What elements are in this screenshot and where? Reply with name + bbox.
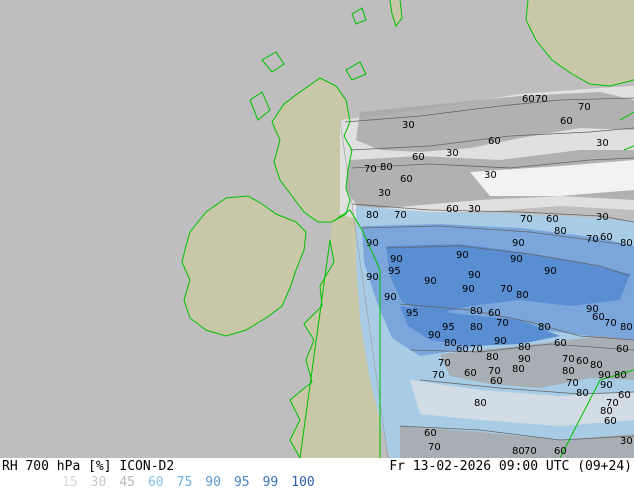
contour-label: 80 [576,388,589,399]
contour-label: 80 [554,226,567,237]
contour-label: 80 [474,398,487,409]
contour-label: 95 [442,322,455,333]
contour-label: 30 [620,436,633,447]
contour-label: 70 [524,446,537,457]
contour-label: 60 [616,344,629,355]
contour-label: 90 [428,330,441,341]
legend-value: 100 [291,475,315,490]
contour-label: 60 [400,174,413,185]
contour-label: 60 [600,232,613,243]
contour-label: 90 [544,266,557,277]
contour-label: 70 [604,318,617,329]
contour-label: 80 [444,338,457,349]
contour-label: 60 [522,94,535,105]
contour-label: 70 [470,344,483,355]
color-legend: 15 30 45 60 75 90 95 99 100 [62,475,328,490]
contour-label: 30 [596,138,609,149]
contour-label: 60 [546,214,559,225]
contour-label: 90 [366,272,379,283]
contour-label: 80 [470,306,483,317]
contour-label: 95 [406,308,419,319]
contour-label: 70 [586,234,599,245]
contour-label: 60 [554,446,567,457]
legend-value: 90 [205,475,221,490]
contour-label: 30 [378,188,391,199]
legend-value: 75 [176,475,193,490]
contour-label: 90 [468,270,481,281]
contour-label: 90 [390,254,403,265]
contour-label: 60 [604,416,617,427]
legend-value: 60 [147,475,164,490]
contour-label: 60 [560,116,573,127]
map-footer: RH 700 hPa [%] ICON-D2 Fr 13-02-2026 09:… [0,458,634,490]
contour-label: 30 [402,120,415,131]
contour-label: 80 [538,322,551,333]
contour-label: 60 [618,390,631,401]
contour-label: 70 [578,102,591,113]
contour-label: 80 [620,238,633,249]
legend-value: 95 [233,475,250,490]
weather-map: 30 60 70 70 60 60 30 30 60 80 70 60 30 3… [0,0,634,458]
contour-label: 60 [592,312,605,323]
contour-label: 80 [380,162,393,173]
contour-label: 70 [520,214,533,225]
product-title: RH 700 hPa [%] ICON-D2 [2,459,175,474]
contour-label: 90 [424,276,437,287]
contour-label: 95 [388,266,401,277]
contour-label: 60 [490,376,503,387]
contour-label: 80 [620,322,633,333]
contour-label: 60 [488,136,501,147]
contour-label: 90 [456,250,469,261]
contour-label: 60 [576,356,589,367]
contour-label: 90 [600,380,613,391]
contour-label: 80 [512,364,525,375]
contour-label: 80 [470,322,483,333]
contour-label: 30 [446,148,459,159]
contour-label: 70 [500,284,513,295]
contour-label: 90 [512,238,525,249]
contour-label: 80 [518,342,531,353]
contour-label: 70 [428,442,441,453]
contour-label: 30 [596,212,609,223]
contour-label: 80 [512,446,525,457]
contour-label: 60 [464,368,477,379]
contour-label: 80 [614,370,627,381]
contour-label: 80 [366,210,379,221]
contour-label: 70 [562,354,575,365]
contour-label: 70 [438,358,451,369]
contour-label: 90 [510,254,523,265]
legend-value: 45 [119,475,135,490]
contour-label: 80 [516,290,529,301]
contour-label: 60 [456,344,469,355]
valid-time: Fr 13-02-2026 09:00 UTC (09+24) [389,459,632,474]
contour-label: 80 [562,366,575,377]
contour-label: 70 [535,94,548,105]
contour-label: 60 [424,428,437,439]
contour-label: 70 [496,318,509,329]
contour-label: 30 [484,170,497,181]
legend-value: 15 [62,475,78,490]
contour-label: 80 [486,352,499,363]
contour-label: 70 [364,164,377,175]
contour-label: 60 [554,338,567,349]
contour-label: 90 [494,336,507,347]
contour-label: 70 [432,370,445,381]
contour-label: 90 [384,292,397,303]
legend-value: 99 [262,475,279,490]
contour-label: 90 [462,284,475,295]
contour-label: 60 [446,204,459,215]
contour-label: 60 [412,152,425,163]
contour-label: 70 [394,210,407,221]
contour-label: 90 [366,238,379,249]
contour-label: 30 [468,204,481,215]
legend-value: 30 [90,475,107,490]
